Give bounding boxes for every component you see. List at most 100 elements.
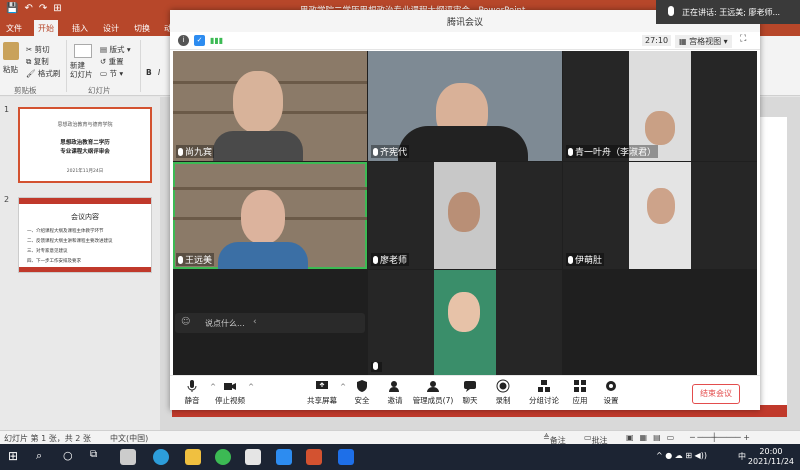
task-view-icon[interactable]: ⧉ [90, 449, 106, 465]
tab-insert[interactable]: 插入 [72, 23, 88, 34]
cut-button[interactable]: ✂ 剪切 [26, 44, 50, 55]
mic-icon [373, 256, 378, 264]
paste-button[interactable]: 粘贴 [3, 64, 18, 75]
stop-video-button[interactable]: 停止视频 ^ [210, 379, 254, 406]
copy-button[interactable]: ⧉ 复制 [26, 56, 49, 67]
meeting-timer: 27:10 [642, 35, 672, 46]
share-screen-button[interactable]: 共享屏幕 ^ [302, 379, 346, 406]
participant-body [218, 242, 308, 269]
tab-design[interactable]: 设计 [103, 23, 119, 34]
info-icon[interactable]: i [178, 35, 189, 46]
tab-file[interactable]: 文件 [6, 23, 22, 34]
tab-home[interactable]: 开始 [34, 20, 58, 36]
format-painter-button[interactable]: 🖌 格式刷 [26, 68, 60, 79]
slide-item: 二、反馈课程大纲主讲和课程主要改进建议 [27, 239, 113, 244]
video-tile[interactable]: 廖老师 [368, 162, 562, 269]
edge-icon[interactable] [153, 449, 169, 465]
windows-start-icon[interactable]: ⊞ [8, 449, 24, 465]
search-icon[interactable]: ⌕ [36, 449, 52, 465]
ime-indicator[interactable]: 中 [738, 451, 746, 462]
microphone-icon [187, 380, 197, 392]
tray-icons[interactable]: ^ ● ☁ ⊞ ◀)) [656, 451, 707, 460]
speaking-text: 正在讲话: 王远美; 廖老师... [682, 8, 781, 17]
slide-number: 1 [4, 105, 10, 114]
new-slide-button[interactable]: 新建 幻灯片 [70, 61, 93, 79]
camera-icon [224, 383, 236, 390]
record-button[interactable]: 录制 [483, 379, 523, 406]
participant-name: 廖老师 [371, 253, 410, 266]
video-tile[interactable]: 齐宪代 [368, 51, 562, 161]
reset-button[interactable]: ↺ 重置 [100, 56, 124, 67]
mic-icon [178, 148, 183, 156]
paste-icon[interactable] [3, 42, 19, 60]
slide-bottom-bar [19, 267, 151, 272]
fullscreen-icon[interactable]: ⛶ [740, 34, 746, 44]
participant-name: 青一叶舟（李淑君） [566, 145, 659, 158]
chat-input[interactable]: ☺ 说点什么... ‹ [175, 313, 365, 333]
shield-icon [357, 380, 367, 392]
record-icon [496, 379, 510, 393]
video-tile-active[interactable]: 王远美 [173, 162, 367, 269]
slide-item: 三、对专家意见建议 [27, 249, 68, 254]
slides-group-label: 幻灯片 [88, 86, 111, 95]
zoom-slider[interactable]: ─ ───┼───── + [690, 433, 750, 442]
shield-icon[interactable]: ✓ [194, 35, 205, 46]
video-tile[interactable]: 青一叶舟（李淑君） [563, 51, 757, 161]
mic-icon [568, 148, 573, 156]
share-screen-icon [316, 381, 328, 389]
participant-video [448, 192, 480, 232]
italic-button[interactable]: I [158, 68, 160, 77]
mail-icon[interactable] [276, 449, 292, 465]
participant-video [448, 292, 480, 332]
bold-button[interactable]: B [146, 68, 152, 77]
meeting-toolbar: 静音 ^ 停止视频 ^ 共享屏幕 ^ 安全 邀请 管理成员(7) 聊天 录制 分组讨论… [170, 375, 760, 410]
end-meeting-button[interactable]: 结束会议 [692, 384, 740, 404]
slide-item: 四、下一步工作安排及要求 [27, 259, 81, 264]
video-tile[interactable]: 伊萌肚 [563, 162, 757, 269]
mute-button[interactable]: 静音 ^ [172, 379, 216, 406]
slide-thumbnail-1[interactable]: 思想政治教育与德育学院 思想政治教育二学历 专业课程大纲评审会 2021年11月… [18, 107, 152, 183]
meeting-info-bar: i ✓ ▮▮▮ 27:10 ▦ 宫格视图 ▾ ⛶ [170, 32, 760, 50]
slide-item: 一、介绍课程大纲及课程主体教学环节 [27, 229, 104, 234]
app-icon[interactable] [215, 449, 231, 465]
members-icon [427, 381, 439, 392]
video-tile[interactable] [368, 270, 562, 375]
tab-transitions[interactable]: 切换 [134, 23, 150, 34]
emoji-icon[interactable]: ☺ [181, 317, 190, 327]
comments-button[interactable]: ▭ 批注 [584, 433, 608, 445]
view-buttons[interactable]: ▣▦▤▭ [626, 433, 680, 442]
app-icon[interactable] [120, 449, 136, 465]
slide-title: 会议内容 [71, 213, 99, 221]
participant-video [645, 111, 675, 145]
view-mode-button[interactable]: ▦ 宫格视图 ▾ [675, 35, 732, 48]
tencent-meeting-icon[interactable] [338, 449, 354, 465]
collapse-icon[interactable]: ‹ [253, 317, 257, 327]
quick-access-icons[interactable]: 💾↶↷⊞ [6, 3, 68, 14]
section-button[interactable]: ▭ 节 ▾ [100, 68, 123, 79]
video-tile[interactable]: 尚九宾 [173, 51, 367, 161]
file-explorer-icon[interactable] [185, 449, 201, 465]
windows-taskbar: ⊞ ⌕ ○ ⧉ ^ ● ☁ ⊞ ◀)) 中 20:00 2021/11/24 [0, 444, 800, 470]
new-slide-icon[interactable] [74, 44, 92, 58]
powerpoint-icon[interactable] [306, 449, 322, 465]
chat-icon [464, 381, 476, 392]
participant-video [241, 190, 285, 244]
participant-video [233, 71, 283, 133]
cortana-icon[interactable]: ○ [63, 449, 79, 465]
language-indicator[interactable]: 中文(中国) [110, 433, 148, 444]
participant-name [371, 362, 382, 372]
participant-name: 伊萌肚 [566, 253, 605, 266]
chevron-up-icon[interactable]: ^ [248, 383, 254, 391]
notes-button[interactable]: ≜ 备注 [543, 433, 566, 445]
settings-button[interactable]: 设置 [591, 379, 631, 406]
slide-thumbnail-2[interactable]: 会议内容 一、介绍课程大纲及课程主体教学环节 二、反馈课程大纲主讲和课程主要改进… [18, 197, 152, 273]
participant-video [647, 188, 675, 224]
app-icon[interactable] [245, 449, 261, 465]
participant-body [398, 126, 528, 161]
breakout-button[interactable]: 分组讨论 [524, 379, 564, 406]
layout-button[interactable]: ▤ 版式 ▾ [100, 44, 131, 55]
add-user-icon [389, 381, 399, 392]
slide-panel: 1 思想政治教育与德育学院 思想政治教育二学历 专业课程大纲评审会 2021年1… [0, 97, 160, 430]
clock-time: 20:00 [759, 447, 783, 456]
clock[interactable]: 20:00 2021/11/24 [748, 447, 794, 467]
